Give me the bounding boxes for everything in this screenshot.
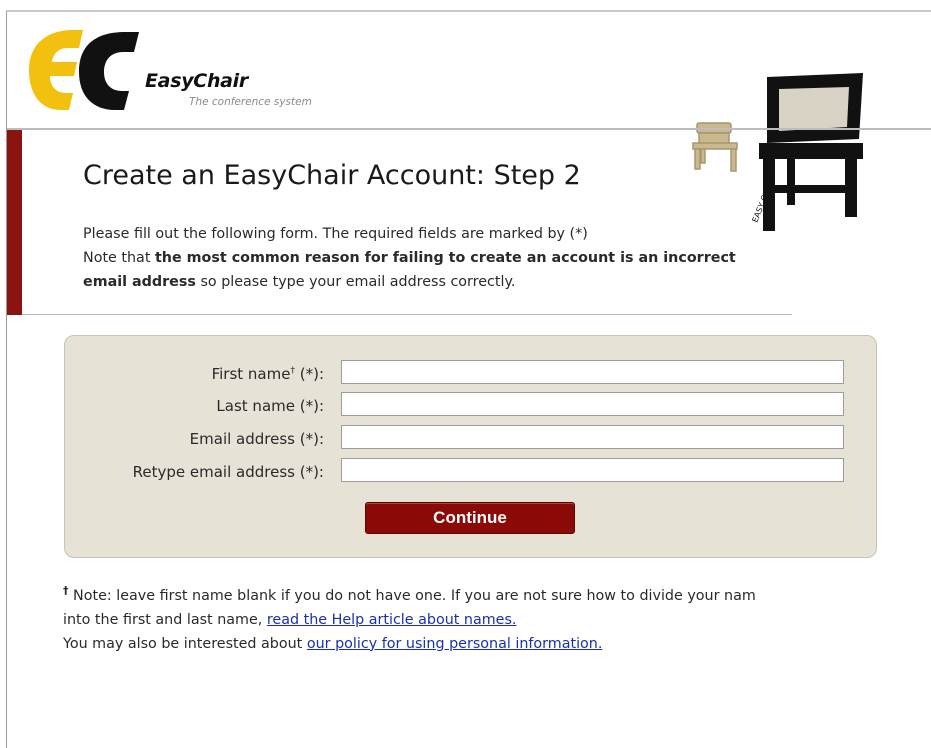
first-name-label: First name† (*): (212, 365, 324, 383)
email-row: Email address (*): (65, 425, 876, 453)
intro-text: Please fill out the following form. The … (83, 222, 773, 294)
email-input[interactable] (341, 425, 844, 449)
logo-ec-icon (29, 30, 139, 110)
footer-notes: † Note: leave first name blank if you do… (63, 579, 931, 656)
section-divider (22, 314, 792, 315)
first-name-input[interactable] (341, 360, 844, 384)
retype-email-row: Retype email address (*): (65, 458, 876, 486)
brand-name: EasyChair (145, 70, 248, 92)
policy-note: You may also be interested about our pol… (63, 632, 931, 656)
name-note-prefix: into the first and last name, (63, 611, 267, 628)
accent-bar (7, 130, 22, 315)
retype-email-input[interactable] (341, 458, 844, 482)
first-name-label-text: First name (211, 365, 291, 383)
account-form: First name† (*): Last name (*): Email ad… (64, 335, 877, 558)
last-name-row: Last name (*): (65, 392, 876, 420)
name-note-text: Note: leave first name blank if you do n… (68, 587, 756, 604)
name-note: † Note: leave first name blank if you do… (63, 579, 931, 608)
header: EasyChair The conference system EASY CHA… (7, 12, 931, 231)
last-name-label: Last name (*): (216, 397, 324, 415)
first-name-row: First name† (*): (65, 360, 876, 388)
page-title: Create an EasyChair Account: Step 2 (83, 160, 581, 191)
policy-prefix: You may also be interested about (63, 635, 307, 652)
name-note-line2: into the first and last name, read the H… (63, 608, 931, 632)
intro-email-note: Note that the most common reason for fai… (83, 246, 773, 294)
intro-note-prefix: Note that (83, 250, 155, 266)
continue-button[interactable]: Continue (365, 502, 575, 534)
first-name-required: (*): (294, 365, 324, 383)
email-label: Email address (*): (189, 430, 324, 448)
chairs-illustration: EASY CHAIR (692, 73, 863, 231)
privacy-policy-link[interactable]: our policy for using personal informatio… (307, 636, 603, 652)
retype-email-label: Retype email address (*): (132, 463, 324, 481)
brand-tagline: The conference system (189, 96, 312, 108)
help-article-link[interactable]: read the Help article about names. (267, 612, 517, 628)
intro-required-note: Please fill out the following form. The … (83, 226, 588, 242)
page-frame: EasyChair The conference system EASY CHA… (6, 10, 931, 748)
intro-note-suffix: so please type your email address correc… (195, 274, 516, 290)
easychair-logo[interactable]: EasyChair The conference system (21, 26, 361, 116)
last-name-input[interactable] (341, 392, 844, 416)
header-divider (7, 128, 931, 130)
